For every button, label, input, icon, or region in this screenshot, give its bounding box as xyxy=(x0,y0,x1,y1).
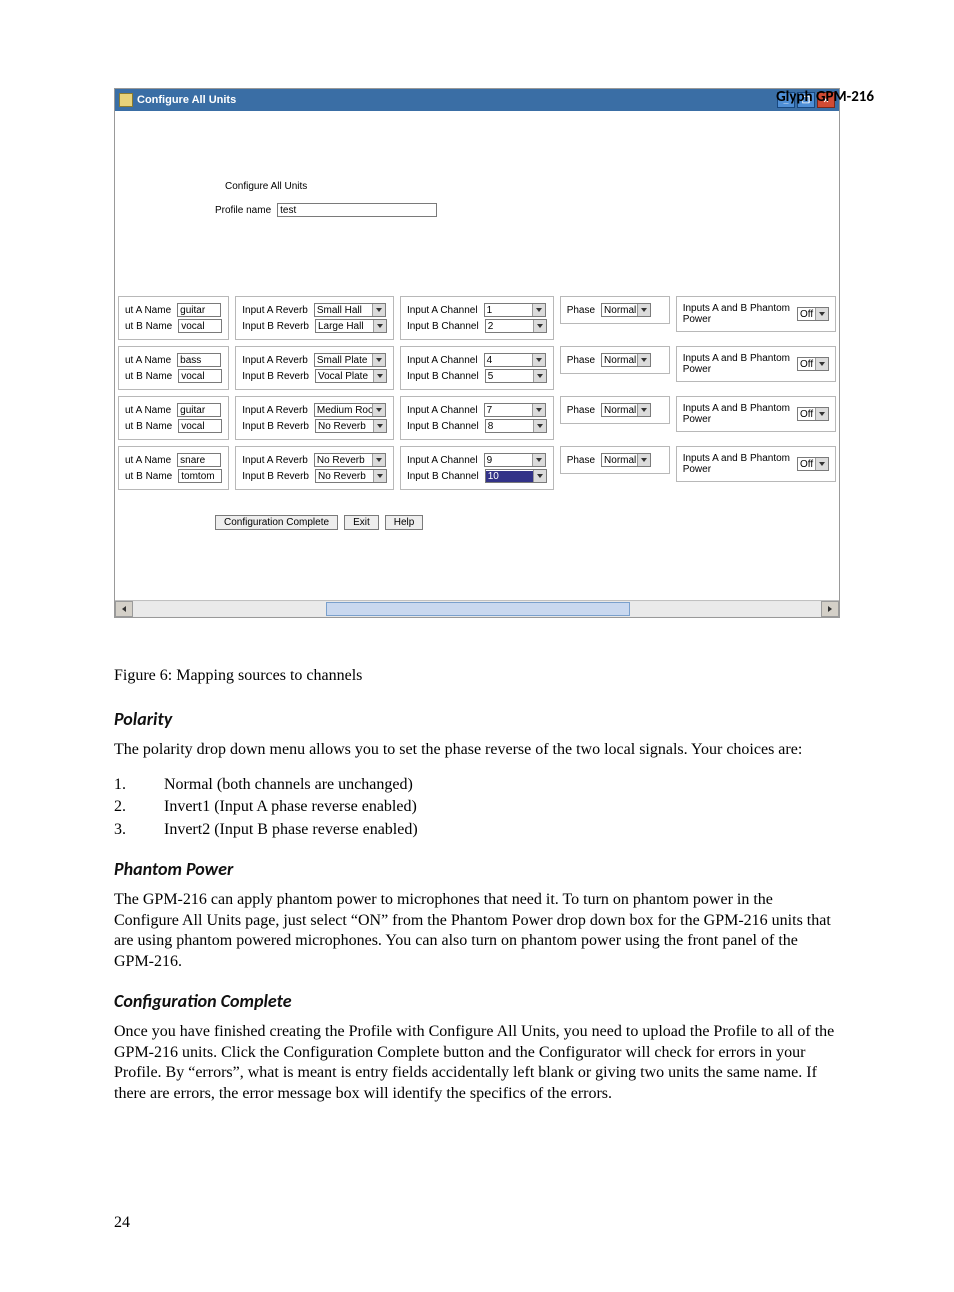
polarity-paragraph: The polarity drop down menu allows you t… xyxy=(114,740,840,760)
dropdown[interactable]: Off xyxy=(797,407,829,421)
chevron-down-icon xyxy=(373,320,386,332)
config-complete-heading: Configuration Complete xyxy=(114,990,840,1012)
chevron-down-icon xyxy=(815,458,828,470)
text-input[interactable] xyxy=(177,453,221,467)
unit-row: ut A Nameut B NameInput A ReverbNo Rever… xyxy=(115,443,839,493)
page-number: 24 xyxy=(114,1214,840,1232)
chevron-down-icon xyxy=(372,454,385,466)
scroll-thumb[interactable] xyxy=(326,602,631,616)
list-number: 2. xyxy=(114,797,164,817)
chevron-down-icon xyxy=(637,404,650,416)
unit-row: ut A Nameut B NameInput A ReverbMedium R… xyxy=(115,393,839,443)
unit-row: ut A Nameut B NameInput A ReverbSmall Pl… xyxy=(115,343,839,393)
chevron-down-icon xyxy=(373,370,386,382)
config-complete-paragraph: Once you have finished creating the Prof… xyxy=(114,1022,840,1104)
list-text: Invert1 (Input A phase reverse enabled) xyxy=(164,797,840,817)
chevron-down-icon xyxy=(533,420,546,432)
phantom-paragraph: The GPM-216 can apply phantom power to m… xyxy=(114,890,840,972)
dropdown[interactable]: Large Hall xyxy=(315,319,387,333)
scroll-left-icon[interactable] xyxy=(115,601,133,617)
screenshot-window: Configure All Units _ ❐ × Configure All … xyxy=(114,88,840,618)
list-text: Normal (both channels are unchanged) xyxy=(164,775,840,795)
text-input[interactable] xyxy=(177,303,221,317)
configuration-complete-button[interactable]: Configuration Complete xyxy=(215,515,338,530)
dropdown[interactable]: Normal xyxy=(601,303,651,317)
polarity-heading: Polarity xyxy=(114,708,840,730)
list-text: Invert2 (Input B phase reverse enabled) xyxy=(164,820,840,840)
dropdown[interactable]: Off xyxy=(797,307,829,321)
dropdown[interactable]: No Reverb xyxy=(315,419,387,433)
dropdown[interactable]: 8 xyxy=(485,419,547,433)
scroll-right-icon[interactable] xyxy=(821,601,839,617)
phantom-heading: Phantom Power xyxy=(114,858,840,880)
dropdown[interactable]: 4 xyxy=(484,353,546,367)
dropdown[interactable]: 1 xyxy=(484,303,546,317)
horizontal-scrollbar[interactable] xyxy=(115,600,839,617)
dropdown[interactable]: Small Plate xyxy=(314,353,386,367)
text-input[interactable] xyxy=(178,369,222,383)
list-number: 3. xyxy=(114,820,164,840)
dropdown[interactable]: No Reverb xyxy=(314,453,386,467)
dropdown[interactable]: Vocal Plate xyxy=(315,369,387,383)
dropdown[interactable]: 5 xyxy=(485,369,547,383)
list-number: 1. xyxy=(114,775,164,795)
chevron-down-icon xyxy=(533,320,546,332)
window-titlebar: Configure All Units _ ❐ × xyxy=(115,89,839,111)
form-heading: Configure All Units xyxy=(225,181,307,192)
text-input[interactable] xyxy=(178,419,222,433)
chevron-down-icon xyxy=(532,304,545,316)
chevron-down-icon xyxy=(815,358,828,370)
chevron-down-icon xyxy=(532,454,545,466)
profile-name-input[interactable] xyxy=(277,203,437,217)
chevron-down-icon xyxy=(815,408,828,420)
app-icon xyxy=(119,93,133,107)
chevron-down-icon xyxy=(637,454,650,466)
chevron-down-icon xyxy=(372,354,385,366)
unit-row: ut A Nameut B NameInput A ReverbSmall Ha… xyxy=(115,293,839,343)
dropdown[interactable]: 10 xyxy=(485,469,547,483)
chevron-down-icon xyxy=(815,308,828,320)
dropdown[interactable]: Normal xyxy=(601,453,651,467)
text-input[interactable] xyxy=(177,403,221,417)
chevron-down-icon xyxy=(637,304,650,316)
dropdown[interactable]: Medium Room xyxy=(314,403,386,417)
chevron-down-icon xyxy=(533,370,546,382)
text-input[interactable] xyxy=(177,353,221,367)
figure-caption: Figure 6: Mapping sources to channels xyxy=(114,666,840,686)
chevron-down-icon xyxy=(637,354,650,366)
exit-button[interactable]: Exit xyxy=(344,515,379,530)
dropdown[interactable]: Normal xyxy=(601,353,651,367)
dropdown[interactable]: Normal xyxy=(601,403,651,417)
chevron-down-icon xyxy=(532,404,545,416)
dropdown[interactable]: Off xyxy=(797,357,829,371)
doc-header: Glyph GPM-216 xyxy=(776,88,874,106)
dropdown[interactable]: 9 xyxy=(484,453,546,467)
chevron-down-icon xyxy=(373,420,386,432)
profile-name-label: Profile name xyxy=(215,205,271,216)
chevron-down-icon xyxy=(372,304,385,316)
chevron-down-icon xyxy=(373,470,386,482)
text-input[interactable] xyxy=(178,469,222,483)
dropdown[interactable]: Off xyxy=(797,457,829,471)
window-title: Configure All Units xyxy=(137,94,236,106)
help-button[interactable]: Help xyxy=(385,515,424,530)
polarity-list: 1.Normal (both channels are unchanged)2.… xyxy=(114,775,840,840)
dropdown[interactable]: 2 xyxy=(485,319,547,333)
text-input[interactable] xyxy=(178,319,222,333)
dropdown[interactable]: No Reverb xyxy=(315,469,387,483)
chevron-down-icon xyxy=(372,404,385,416)
dropdown[interactable]: Small Hall xyxy=(314,303,386,317)
dropdown[interactable]: 7 xyxy=(484,403,546,417)
chevron-down-icon xyxy=(533,470,546,482)
chevron-down-icon xyxy=(532,354,545,366)
